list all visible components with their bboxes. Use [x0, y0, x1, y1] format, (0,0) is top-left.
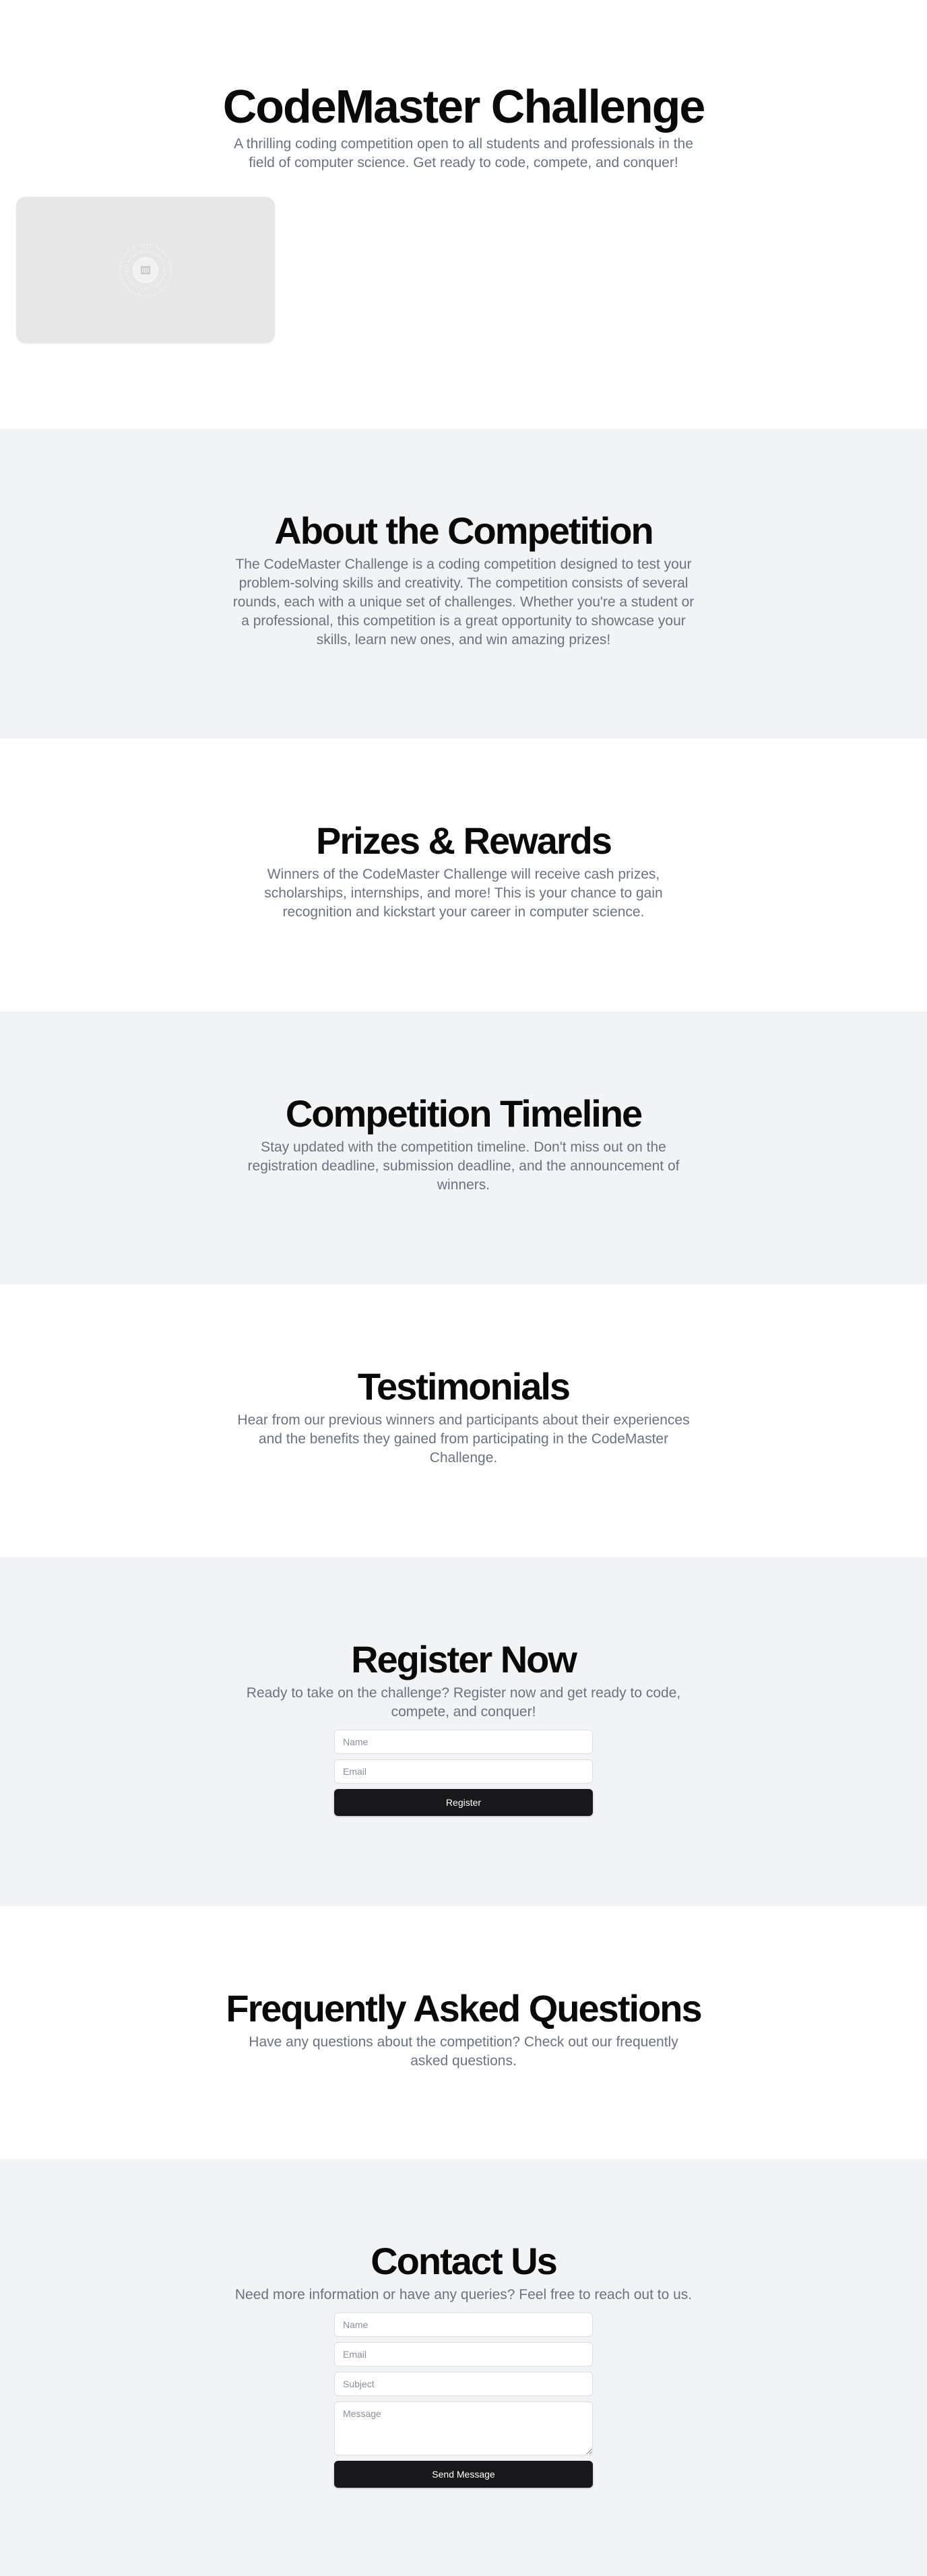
hero-title: CodeMaster Challenge: [222, 80, 706, 133]
register-title: Register Now: [351, 1638, 577, 1680]
hero-subtitle: A thrilling coding competition open to a…: [234, 136, 693, 170]
hero-image-placeholder: [16, 197, 275, 343]
register-text: Ready to take on the challenge? Register…: [246, 1685, 681, 1720]
testimonials-section: Testimonials Hear from our previous winn…: [0, 1284, 927, 1557]
image-placeholder-icon: [119, 243, 172, 296]
contact-name-input[interactable]: [334, 2313, 593, 2337]
faq-section: Frequently Asked Questions Have any ques…: [0, 1906, 927, 2159]
register-button[interactable]: Register: [334, 1789, 593, 1816]
contact-title: Contact Us: [371, 2240, 558, 2282]
contact-form: Send Message: [334, 2313, 593, 2488]
about-text: The CodeMaster Challenge is a coding com…: [232, 557, 695, 648]
faq-title: Frequently Asked Questions: [226, 1987, 702, 2030]
contact-email-input[interactable]: [334, 2342, 593, 2366]
register-section: Register Now Ready to take on the challe…: [0, 1557, 927, 1906]
testimonials-text: Hear from our previous winners and parti…: [237, 1412, 690, 1466]
about-title: About the Competition: [274, 509, 653, 552]
contact-subject-input[interactable]: [334, 2372, 593, 2396]
prizes-text: Winners of the CodeMaster Challenge will…: [264, 867, 663, 920]
register-form: Register: [334, 1730, 593, 1816]
contact-text: Need more information or have any querie…: [234, 2287, 693, 2302]
register-name-input[interactable]: [334, 1730, 593, 1754]
send-message-button[interactable]: Send Message: [334, 2461, 593, 2488]
hero-section: CodeMaster Challenge A thrilling coding …: [0, 0, 927, 429]
contact-message-textarea[interactable]: [334, 2401, 593, 2455]
timeline-title: Competition Timeline: [285, 1092, 643, 1135]
about-section: About the Competition The CodeMaster Cha…: [0, 429, 927, 739]
timeline-section: Competition Timeline Stay updated with t…: [0, 1011, 927, 1284]
prizes-title: Prizes & Rewards: [316, 819, 612, 862]
faq-text: Have any questions about the competition…: [249, 2034, 678, 2069]
testimonials-title: Testimonials: [357, 1365, 571, 1408]
contact-section: Contact Us Need more information or have…: [0, 2159, 927, 2576]
timeline-text: Stay updated with the competition timeli…: [247, 1139, 680, 1193]
register-email-input[interactable]: [334, 1759, 593, 1784]
prizes-section: Prizes & Rewards Winners of the CodeMast…: [0, 739, 927, 1011]
